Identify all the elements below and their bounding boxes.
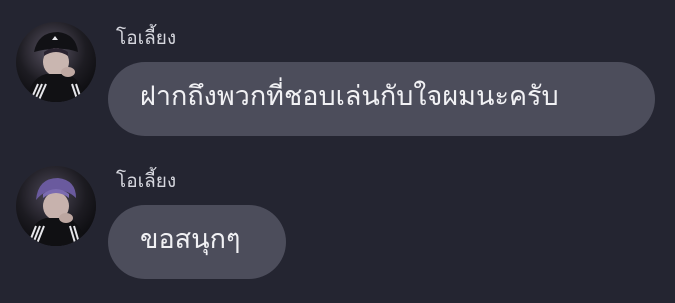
sender-name[interactable]: โอเลี้ยง: [116, 170, 176, 192]
message-group: โอเลี้ยง ขอสนุกๆ: [0, 150, 675, 303]
user-avatar-photo[interactable]: [16, 22, 96, 102]
message-group: โอเลี้ยง ฝากถึงพวกที่ชอบเล่นกับใจผมนะครั…: [0, 0, 675, 150]
sender-name[interactable]: โอเลี้ยง: [116, 27, 176, 49]
user-avatar-photo[interactable]: [16, 166, 96, 246]
message-bubble[interactable]: ขอสนุกๆ: [108, 205, 286, 279]
chat-thread: โอเลี้ยง ฝากถึงพวกที่ชอบเล่นกับใจผมนะครั…: [0, 0, 675, 303]
message-bubble[interactable]: ฝากถึงพวกที่ชอบเล่นกับใจผมนะครับ: [108, 62, 655, 136]
